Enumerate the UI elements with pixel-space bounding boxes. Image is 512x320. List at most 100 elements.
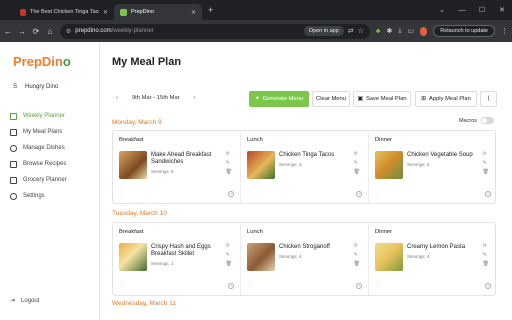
home-icon[interactable]: ⌂ <box>46 27 54 36</box>
site-info-icon[interactable]: ⚙ <box>66 28 71 35</box>
delete-icon[interactable]: 🗑 <box>354 169 360 175</box>
reload-icon[interactable]: ⟳ <box>32 27 40 36</box>
add-meal-icon[interactable]: + <box>228 191 234 197</box>
save-meal-plan-button[interactable]: ▣ Save Meal Plan <box>353 91 411 107</box>
add-meal-icon[interactable]: + <box>356 191 362 197</box>
meal-image[interactable] <box>119 243 147 271</box>
meal-image[interactable] <box>247 151 275 179</box>
add-meal-icon[interactable]: + <box>485 283 491 289</box>
sidepanel-icon[interactable]: ▭ <box>407 27 414 35</box>
browser-tab-prepdino[interactable]: PrepDino ✕ <box>114 4 202 20</box>
toggle-switch[interactable] <box>481 117 494 124</box>
drag-handle-icon[interactable]: ⋮ <box>375 283 380 289</box>
meal-actions: ⟳ ✎ 🗑 <box>354 151 360 175</box>
sidebar: PrepDino S Hungry Dino Weekly Planner My… <box>0 42 100 320</box>
sidebar-item-settings[interactable]: Settings <box>4 188 96 204</box>
extension-dino-icon[interactable]: ♣ <box>376 28 381 35</box>
close-window-icon[interactable]: ✕ <box>492 6 512 14</box>
edit-icon[interactable]: ✎ <box>226 252 232 258</box>
drag-handle-icon[interactable]: ⋮ <box>247 191 252 197</box>
download-icon[interactable]: ⤓ <box>398 27 401 35</box>
address-bar[interactable]: ⚙ prepdino.com/weekly-planner Open in ap… <box>59 23 370 39</box>
meal-slot-dinner[interactable]: Dinner Chicken Vegetable Soup Servings: … <box>369 131 497 203</box>
delete-icon[interactable]: 🗑 <box>354 261 360 267</box>
maximize-icon[interactable]: ☐ <box>472 6 492 14</box>
apply-icon: ⊞ <box>421 96 426 102</box>
delete-icon[interactable]: 🗑 <box>483 169 489 175</box>
delete-icon[interactable]: 🗑 <box>226 169 232 175</box>
sidebar-menu: Weekly Planner My Meal Plans Manage Dish… <box>4 108 96 204</box>
extensions-icon[interactable]: ✱ <box>387 27 393 35</box>
meal-image[interactable] <box>247 243 275 271</box>
add-meal-icon[interactable]: + <box>228 283 234 289</box>
browser-tab-recipe[interactable]: The Best Chicken Tinga Tacos ... ✕ <box>14 4 114 20</box>
open-in-app-button[interactable]: Open in app <box>303 26 344 36</box>
swap-icon[interactable]: ⟳ <box>226 243 232 249</box>
back-icon[interactable]: ← <box>4 27 12 36</box>
drag-handle-icon[interactable]: ⋮ <box>119 283 124 289</box>
new-tab-icon[interactable]: + <box>208 5 213 15</box>
delete-icon[interactable]: 🗑 <box>226 261 232 267</box>
app-logo[interactable]: PrepDino <box>13 54 71 69</box>
day-card-monday: Breakfast Make Ahead Breakfast Sandwiche… <box>112 130 496 204</box>
edit-icon[interactable]: ✎ <box>483 160 489 166</box>
swap-icon[interactable]: ⟳ <box>354 151 360 157</box>
logout-button[interactable]: ⇥ Logout <box>10 297 39 305</box>
edit-icon[interactable]: ✎ <box>354 160 360 166</box>
apply-meal-plan-button[interactable]: ⊞ Apply Meal Plan <box>415 91 477 107</box>
sidebar-item-grocery-planner[interactable]: Grocery Planner <box>4 172 96 188</box>
drag-handle-icon[interactable]: ⋮ <box>119 191 124 197</box>
meal-slot-breakfast[interactable]: Breakfast Crispy Hash and Eggs Breakfast… <box>113 223 241 295</box>
delete-icon[interactable]: 🗑 <box>483 261 489 267</box>
user-initial: S <box>13 84 18 90</box>
swap-icon[interactable]: ⟳ <box>226 151 232 157</box>
macros-toggle[interactable]: Macros <box>459 117 494 124</box>
date-range: 9th Mar - 15th Mar <box>131 95 180 101</box>
swap-icon[interactable]: ⟳ <box>483 243 489 249</box>
meal-slot-lunch[interactable]: Lunch Chicken Tinga Tacos Servings: 3 ⟳ ✎… <box>241 131 369 203</box>
profile-avatar[interactable] <box>420 26 428 36</box>
forward-icon[interactable]: → <box>18 27 26 36</box>
week-navigator: ‹ 9th Mar - 15th Mar › <box>116 95 196 101</box>
gear-icon <box>10 192 17 200</box>
swap-icon[interactable]: ⟳ <box>354 243 360 249</box>
bookmark-star-icon[interactable]: ☆ <box>358 27 364 35</box>
meal-actions: ⟳ ✎ 🗑 <box>226 243 232 267</box>
share-button[interactable]: ⟨ <box>480 91 497 107</box>
edit-icon[interactable]: ✎ <box>483 252 489 258</box>
clear-menu-button[interactable]: Clear Menu <box>312 91 350 107</box>
sidebar-item-my-meal-plans[interactable]: My Meal Plans <box>4 124 96 140</box>
user-profile[interactable]: S Hungry Dino <box>13 84 58 90</box>
drag-handle-icon[interactable]: ⋮ <box>375 191 380 197</box>
meal-image[interactable] <box>119 151 147 179</box>
tab-search-icon[interactable]: ⌄ <box>432 6 452 14</box>
sidebar-item-manage-dishes[interactable]: Manage Dishes <box>4 140 96 156</box>
edit-icon[interactable]: ✎ <box>226 160 232 166</box>
close-tab-icon[interactable]: ✕ <box>103 9 108 16</box>
add-meal-icon[interactable]: + <box>485 191 491 197</box>
meal-image[interactable] <box>375 151 403 179</box>
meal-slot-breakfast[interactable]: Breakfast Make Ahead Breakfast Sandwiche… <box>113 131 241 203</box>
meal-slot-dinner[interactable]: Dinner Creamy Lemon Pasta Servings: 4 ⟳ ✎… <box>369 223 497 295</box>
drag-handle-icon[interactable]: ⋮ <box>247 283 252 289</box>
swap-icon[interactable]: ⟳ <box>483 151 489 157</box>
prev-week-icon[interactable]: ‹ <box>116 95 118 101</box>
translate-icon[interactable]: ⇄ <box>348 27 354 35</box>
next-week-icon[interactable]: › <box>194 95 196 101</box>
generate-menu-button[interactable]: ✦ Generate Menu <box>249 91 309 107</box>
relaunch-button[interactable]: Relaunch to update <box>433 25 495 37</box>
meal-slot-lunch[interactable]: Lunch Chicken Stroganoff Servings: 4 ⟳ ✎ 🗑… <box>241 223 369 295</box>
menu-icon[interactable]: ⋮ <box>501 27 508 35</box>
edit-icon[interactable]: ✎ <box>354 252 360 258</box>
cart-icon <box>10 176 17 184</box>
sidebar-item-browse-recipes[interactable]: Browse Recipes <box>4 156 96 172</box>
close-tab-icon[interactable]: ✕ <box>191 9 196 16</box>
logout-icon: ⇥ <box>10 298 16 304</box>
day-title: Wednesday, March 11 <box>112 300 176 307</box>
book-icon <box>10 160 17 168</box>
add-meal-icon[interactable]: + <box>356 283 362 289</box>
sidebar-item-weekly-planner[interactable]: Weekly Planner <box>4 108 96 124</box>
minimize-icon[interactable]: — <box>452 7 472 14</box>
meal-image[interactable] <box>375 243 403 271</box>
meal-actions: ⟳ ✎ 🗑 <box>354 243 360 267</box>
